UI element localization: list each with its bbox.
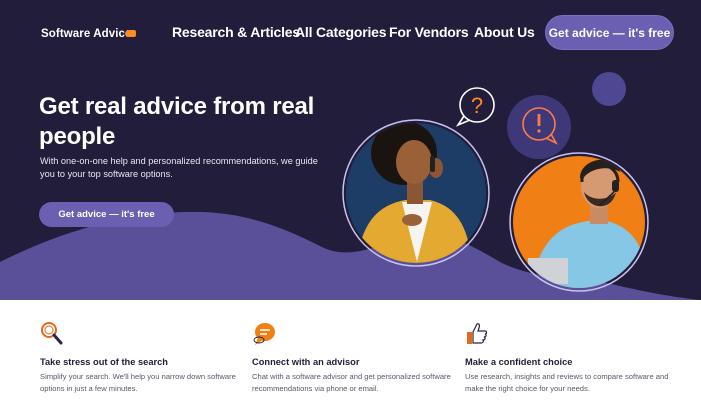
feature-title: Make a confident choice [465,357,573,367]
feature-text: Chat with a software advisor and get per… [252,372,451,393]
advisor-woman-photo [342,119,490,267]
magnifier-icon [41,322,63,345]
feature-title: Take stress out of the search [40,357,168,367]
advisor-man-photo [509,152,649,292]
feature-title: Connect with an advisor [252,357,360,367]
decor-circle [592,72,626,106]
hero-section: Software Advice. Research & Articles All… [0,0,701,300]
exclamation-bubble-icon [507,95,571,159]
feature-text: Use research, insights and reviews to co… [465,372,669,393]
hero-illustration: ? [342,72,649,292]
chat-bubble-icon [253,323,275,345]
feature-text: Simplify your search. We'll help you nar… [40,372,236,393]
thumbs-up-icon [467,323,488,344]
svg-text:?: ? [471,93,483,118]
question-bubble-icon: ? [455,87,495,127]
